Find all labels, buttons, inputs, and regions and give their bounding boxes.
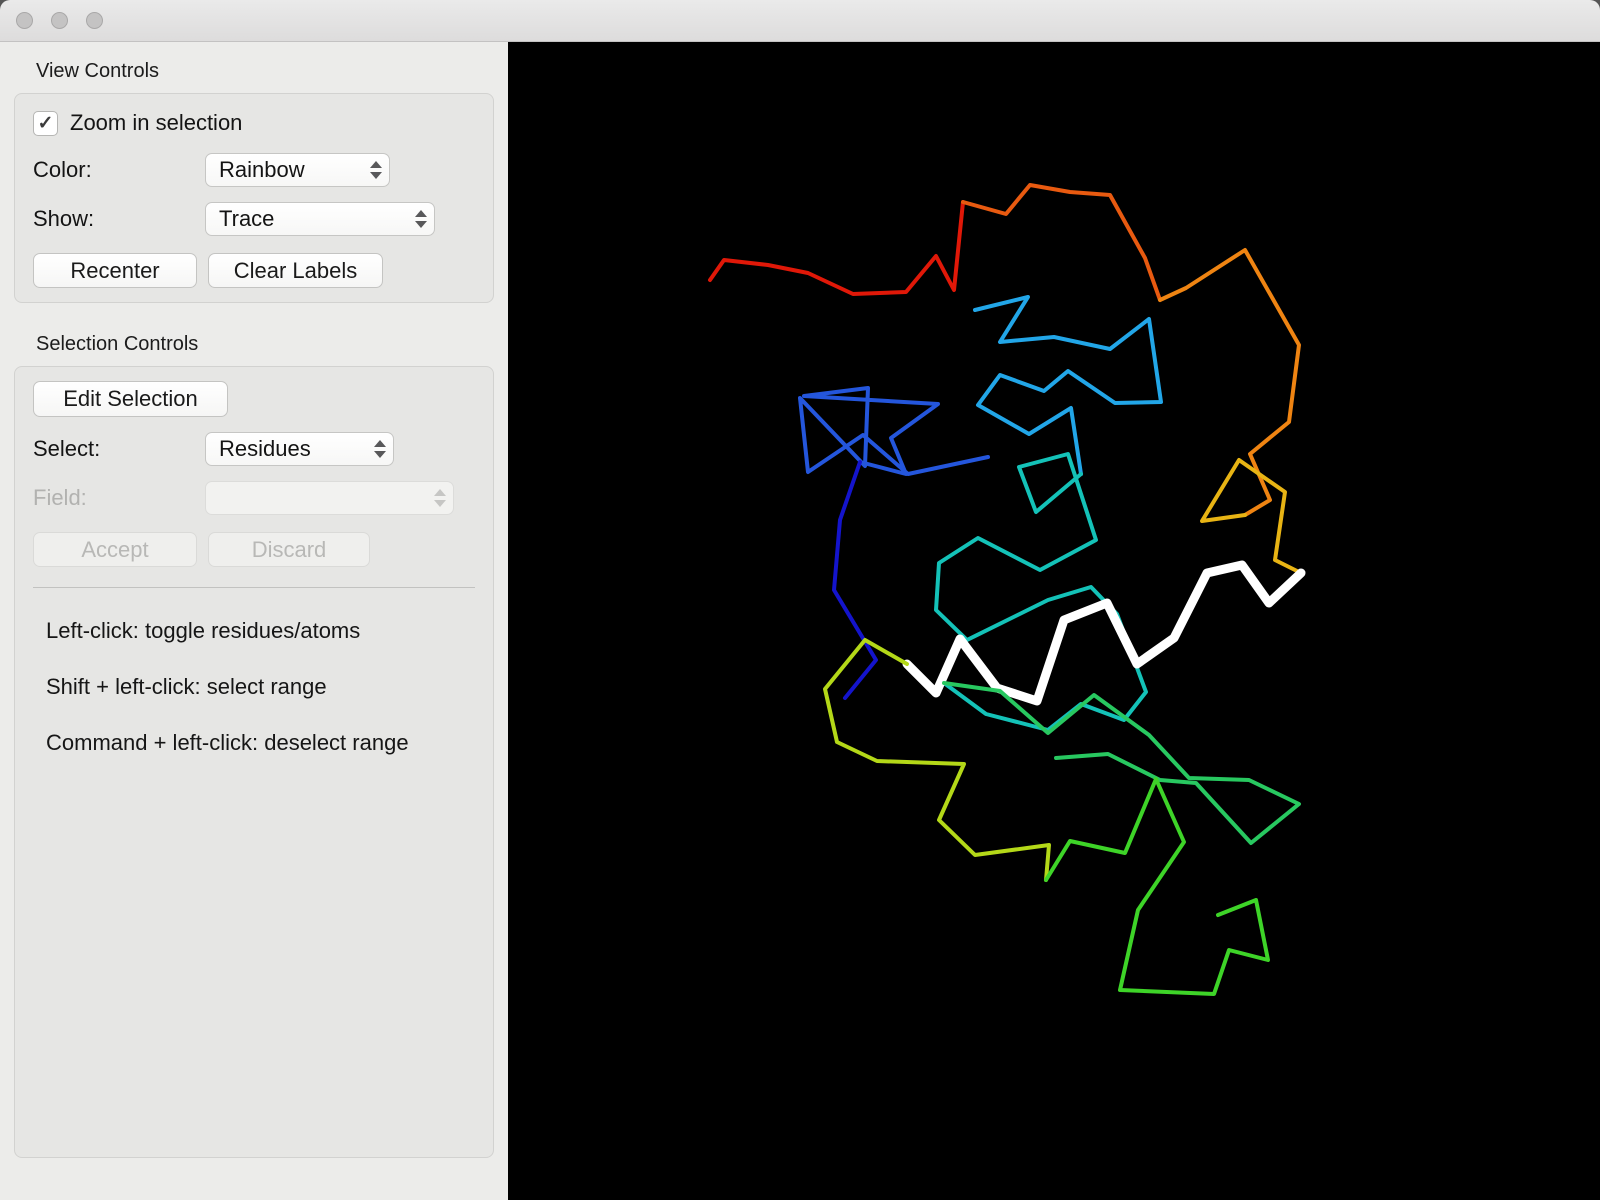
- trace-segment-white-selection: [902, 560, 1306, 706]
- trace-segment-navy: [832, 460, 878, 700]
- clear-labels-button[interactable]: Clear Labels: [208, 253, 383, 288]
- view-controls-heading: View Controls: [36, 60, 160, 82]
- show-dropdown[interactable]: Trace: [205, 202, 435, 236]
- select-dropdown-value: Residues: [219, 436, 311, 461]
- zoom-window-button[interactable]: [86, 12, 103, 29]
- field-row: Field:: [33, 481, 475, 515]
- show-label: Show:: [33, 206, 95, 231]
- show-dropdown-value: Trace: [219, 206, 275, 231]
- minimize-button[interactable]: [51, 12, 68, 29]
- color-dropdown-value: Rainbow: [219, 157, 305, 182]
- trace-segment-orange-red: [961, 183, 1162, 302]
- checkmark-icon: ✓: [37, 112, 54, 134]
- updown-chevrons-icon: [434, 489, 446, 507]
- select-dropdown[interactable]: Residues: [205, 432, 394, 466]
- recenter-button[interactable]: Recenter: [33, 253, 197, 288]
- color-dropdown[interactable]: Rainbow: [205, 153, 390, 187]
- help-text-left-click: Left-click: toggle residues/atoms: [46, 618, 361, 643]
- trace-segment-blue: [798, 386, 990, 476]
- color-label: Color:: [33, 157, 92, 182]
- select-row: Select: Residues: [33, 432, 475, 466]
- updown-chevrons-icon: [374, 440, 386, 458]
- field-dropdown: [205, 481, 454, 515]
- view-buttons-row: Recenter Clear Labels: [33, 253, 475, 288]
- selection-controls-heading: Selection Controls: [36, 333, 199, 355]
- molecule-viewport[interactable]: [508, 42, 1600, 1200]
- zoom-in-selection-checkbox[interactable]: ✓: [33, 110, 58, 136]
- zoom-in-selection-label: Zoom in selection: [70, 110, 243, 135]
- help-text-command-click: Command + left-click: deselect range: [46, 730, 409, 755]
- show-row: Show: Trace: [33, 202, 475, 236]
- select-label: Select:: [33, 436, 101, 461]
- main-area: View Controls ✓ Zoom in selection Color:…: [0, 42, 1600, 1200]
- title-bar: [0, 0, 1600, 42]
- accept-discard-row: Accept Discard: [33, 532, 475, 567]
- trace-segment-spring-green: [942, 681, 1301, 845]
- divider: [33, 587, 475, 588]
- discard-button: Discard: [208, 532, 370, 567]
- zoom-in-selection-row: ✓ Zoom in selection: [33, 108, 475, 138]
- window-controls: [16, 12, 103, 29]
- close-button[interactable]: [16, 12, 33, 29]
- app-window: View Controls ✓ Zoom in selection Color:…: [0, 0, 1600, 1200]
- view-controls-group: ✓ Zoom in selection Color: Rainbow Show:: [14, 93, 494, 303]
- trace-segment-chartreuse: [823, 638, 1051, 882]
- accept-button: Accept: [33, 532, 197, 567]
- color-row: Color: Rainbow: [33, 153, 475, 187]
- updown-chevrons-icon: [415, 210, 427, 228]
- trace-segment-lime: [1044, 777, 1270, 996]
- trace-segment-sky-blue: [973, 295, 1163, 476]
- protein-trace-svg: [708, 183, 1306, 996]
- trace-segment-gold: [1200, 458, 1303, 575]
- field-label: Field:: [33, 485, 87, 510]
- selection-controls-group: Edit Selection Select: Residues Field: A…: [14, 366, 494, 1158]
- trace-segment-red: [708, 200, 965, 296]
- updown-chevrons-icon: [370, 161, 382, 179]
- help-text-shift-click: Shift + left-click: select range: [46, 674, 327, 699]
- edit-selection-button[interactable]: Edit Selection: [33, 381, 228, 417]
- controls-sidebar: View Controls ✓ Zoom in selection Color:…: [0, 42, 508, 1200]
